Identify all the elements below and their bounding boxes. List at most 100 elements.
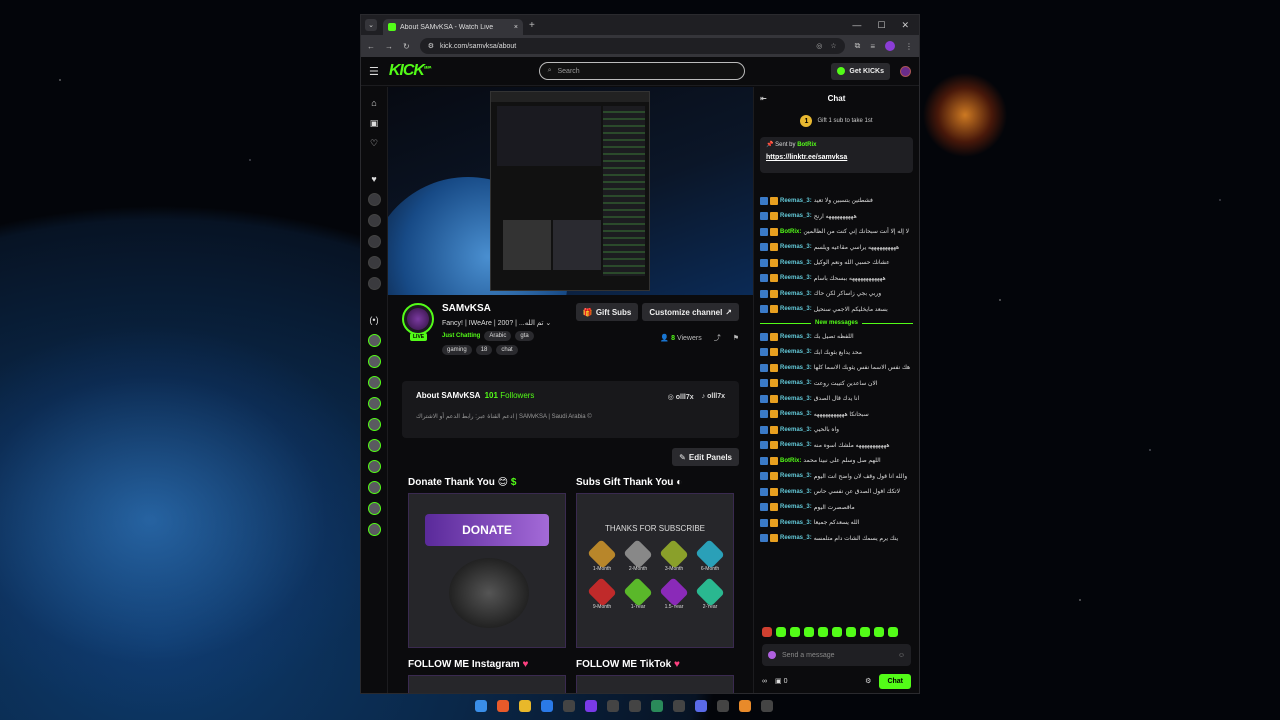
extensions-icon[interactable]: ⧉ <box>855 41 861 51</box>
video-player[interactable] <box>388 87 753 295</box>
app-icon[interactable] <box>673 700 685 712</box>
chat-username[interactable]: Reemas_3: <box>780 396 812 402</box>
followed-channel-avatar[interactable] <box>367 256 381 269</box>
donate-panel-image[interactable]: DONATE <box>408 493 566 648</box>
points-display[interactable]: ▣ 0 <box>775 677 787 685</box>
live-channel-avatar[interactable] <box>367 523 381 536</box>
chat-message[interactable]: Reemas_3: لاتكك افول الصدق عن نفسي حاس <box>760 484 913 500</box>
emote-icon[interactable] <box>888 627 898 637</box>
app-icon[interactable] <box>629 700 641 712</box>
hamburger-menu-icon[interactable]: ☰ <box>369 65 379 78</box>
chat-username[interactable]: Reemas_3: <box>780 198 812 204</box>
home-icon[interactable]: ⌂ <box>368 97 380 109</box>
new-tab-icon[interactable]: + <box>529 20 535 31</box>
emote-icon[interactable] <box>874 627 884 637</box>
followed-channel-avatar[interactable] <box>367 214 381 227</box>
chat-message[interactable]: Reemas_3: اللفظه تصيل بك <box>760 329 913 345</box>
chat-username[interactable]: Reemas_3: <box>780 244 812 250</box>
maximize-icon[interactable]: ☐ <box>877 20 885 31</box>
app-icon[interactable] <box>651 700 663 712</box>
tab-search-icon[interactable]: ⌄ <box>365 19 377 31</box>
stream-tag[interactable]: 18 <box>475 345 493 355</box>
bookmark-star-icon[interactable]: ☆ <box>830 42 836 50</box>
chat-message[interactable]: Reemas_3: ماقصصرت اليوم <box>760 500 913 516</box>
followed-channel-avatar[interactable] <box>367 235 381 248</box>
browse-icon[interactable]: ▣ <box>368 117 380 129</box>
subs-panel-image[interactable]: THANKS FOR SUBSCRIBE 1-Month 2-Month 3-Mon… <box>576 493 734 648</box>
profile-avatar-icon[interactable] <box>885 41 895 51</box>
chat-username[interactable]: Reemas_3: <box>780 275 812 281</box>
chat-username[interactable]: Reemas_3: <box>780 349 812 355</box>
app-icon[interactable] <box>563 700 575 712</box>
emoji-picker-icon[interactable]: ☺ <box>898 652 905 659</box>
menu-dots-icon[interactable]: ⋮ <box>905 42 913 51</box>
chat-message[interactable]: Reemas_3: الان ساعدين كتيبت روعت <box>760 376 913 392</box>
chat-message[interactable]: Reemas_3: هك نفس الاسما نفس يثوبك الاسما… <box>760 360 913 376</box>
instagram-panel-image[interactable] <box>408 675 566 693</box>
emote-icon[interactable] <box>818 627 828 637</box>
live-channel-avatar[interactable] <box>367 376 381 389</box>
emote-icon[interactable] <box>860 627 870 637</box>
chat-message[interactable]: Reemas_3: واه بالحيي <box>760 422 913 438</box>
app-icon[interactable] <box>761 700 773 712</box>
back-icon[interactable]: ← <box>367 42 375 51</box>
live-channel-avatar[interactable] <box>367 397 381 410</box>
emote-icon[interactable] <box>776 627 786 637</box>
followed-channel-avatar[interactable] <box>367 277 381 290</box>
app-icon[interactable] <box>607 700 619 712</box>
chat-username[interactable]: Reemas_3: <box>780 442 812 448</box>
followed-heart-icon[interactable]: ♥ <box>368 173 380 185</box>
emote-icon[interactable] <box>846 627 856 637</box>
vscode-icon[interactable] <box>541 700 553 712</box>
mic-icon[interactable] <box>768 651 776 659</box>
gift-leaderboard[interactable]: 1 Gift 1 sub to take 1st <box>754 109 919 133</box>
chat-username[interactable]: Reemas_3: <box>780 213 812 219</box>
emote-icon[interactable] <box>832 627 842 637</box>
forward-icon[interactable]: → <box>385 42 393 51</box>
app-icon[interactable] <box>739 700 751 712</box>
chat-username[interactable]: Reemas_3: <box>780 365 812 371</box>
live-channel-avatar[interactable] <box>367 481 381 494</box>
gift-subs-button[interactable]: 🎁 Gift Subs <box>575 303 639 321</box>
stream-tag[interactable]: chat <box>496 345 518 355</box>
live-channel-avatar[interactable] <box>367 460 381 473</box>
chat-message[interactable]: Reemas_3: ههههههههههههه ببسحك باسام <box>760 271 913 287</box>
live-channel-avatar[interactable] <box>367 502 381 515</box>
chat-message[interactable]: Reemas_3: والله انا قول وقف لان واضح انت… <box>760 469 913 485</box>
kick-logo[interactable]: KICKBETA <box>389 62 432 80</box>
chat-username[interactable]: Reemas_3: <box>780 489 812 495</box>
chat-message[interactable]: Reemas_3: انا يدك قال الصدق <box>760 391 913 407</box>
chat-message[interactable]: BotRix: لا إله إلا أنت سبحانك إني كنت من… <box>760 224 913 240</box>
pinned-link[interactable]: https://linktr.ee/samvksa <box>766 154 907 161</box>
chrome-icon[interactable] <box>519 700 531 712</box>
instagram-link[interactable]: ◎ olll7x <box>668 393 694 401</box>
chat-settings-icon[interactable]: ⚙ <box>865 677 871 685</box>
chat-input[interactable]: Send a message ☺ <box>762 644 911 666</box>
emote-icon[interactable] <box>790 627 800 637</box>
url-field[interactable]: ⚙ kick.com/samvksa/about ◎ ☆ <box>419 38 845 54</box>
chat-message[interactable]: Reemas_3: هههههههههههه ملشك اسوه منه <box>760 438 913 454</box>
reload-icon[interactable]: ↻ <box>403 42 410 51</box>
chat-username[interactable]: Reemas_3: <box>780 411 812 417</box>
channel-name[interactable]: SAMvKSA <box>442 303 491 314</box>
infinity-icon[interactable]: ∞ <box>762 678 767 685</box>
live-channel-avatar[interactable] <box>367 334 381 347</box>
chat-message[interactable]: Reemas_3: ههههههههههه ارنح <box>760 209 913 225</box>
live-channel-avatar[interactable] <box>367 355 381 368</box>
chat-message[interactable]: Reemas_3: محد يدابع بثوبك ابك <box>760 345 913 361</box>
chat-message[interactable]: Reemas_3: الله يسعدكم جميعا <box>760 515 913 531</box>
edit-panels-button[interactable]: ✎ Edit Panels <box>672 448 739 466</box>
live-channels-icon[interactable]: (•) <box>368 314 380 326</box>
pinned-bot-name[interactable]: BotRix <box>797 142 816 148</box>
chat-username[interactable]: BotRix: <box>780 458 801 464</box>
collapse-chat-icon[interactable]: ⇤ <box>760 94 767 103</box>
chat-username[interactable]: Reemas_3: <box>780 260 812 266</box>
chevron-down-icon[interactable]: ⌄ <box>545 320 551 327</box>
search-input[interactable]: ⌕ Search <box>538 62 745 80</box>
send-chat-button[interactable]: Chat <box>879 673 911 689</box>
share-icon[interactable]: ⤴ <box>714 333 721 343</box>
customize-channel-button[interactable]: Customize channel ↗ <box>642 303 739 321</box>
chat-username[interactable]: Reemas_3: <box>780 427 812 433</box>
chat-username[interactable]: Reemas_3: <box>780 535 812 541</box>
app-icon[interactable] <box>717 700 729 712</box>
